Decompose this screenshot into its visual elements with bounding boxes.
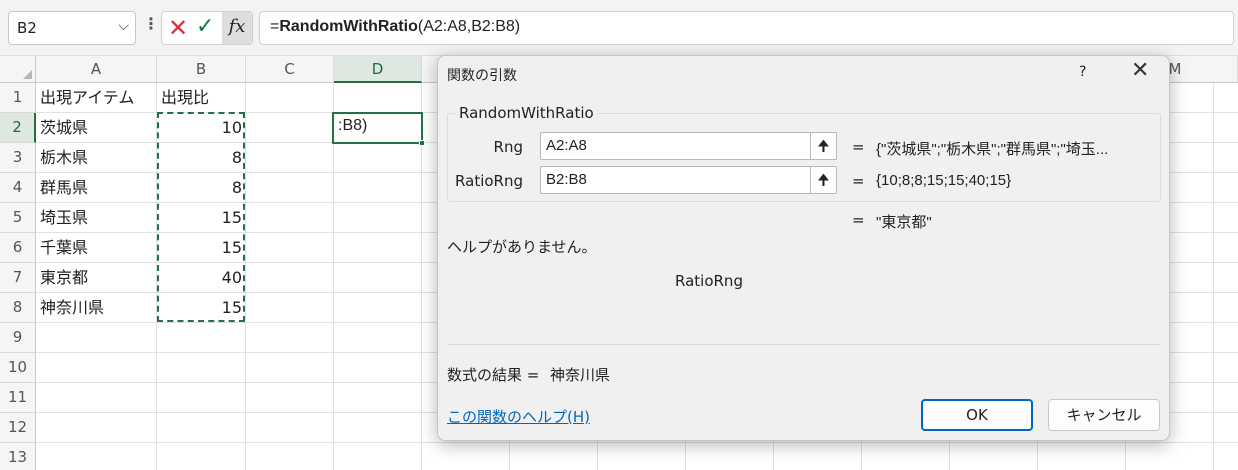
formula-prefix: = [270, 18, 280, 35]
formula-function-name: RandomWithRatio [279, 18, 418, 35]
arg-result-ratiorng: {10;8;8;15;15;40;15} [876, 172, 1012, 189]
formula-result-value: 神奈川県 [550, 366, 611, 384]
ok-button[interactable]: OK [921, 399, 1033, 431]
function-help-link[interactable]: この関数のヘルプ(H) [447, 406, 590, 427]
column-header-a[interactable]: A [36, 56, 157, 83]
row-header-5[interactable]: 5 [0, 203, 36, 233]
row-header-10[interactable]: 10 [0, 353, 36, 383]
row-header-6[interactable]: 6 [0, 233, 36, 263]
function-help-text: ヘルプがありません。 [447, 238, 597, 256]
arg-input-rng-value: A2:A8 [546, 137, 587, 154]
confirm-entry-icon[interactable]: ✓ [196, 14, 214, 39]
func-result-value: "東京都" [876, 214, 932, 231]
column-header-c[interactable]: C [246, 56, 334, 83]
formula-text: =RandomWithRatio(A2:A8,B2:B8) [270, 18, 520, 36]
name-box[interactable]: B2 ⌵ [8, 11, 136, 45]
cell-a5[interactable]: 埼玉県 [36, 203, 157, 233]
arg-equals: = [852, 172, 865, 190]
row-header-13[interactable]: 13 [0, 443, 36, 470]
copy-range-marquee [157, 112, 245, 322]
argument-description: RatioRng [675, 272, 743, 290]
cell-a4[interactable]: 群馬県 [36, 173, 157, 203]
row-header-2[interactable]: 2 [0, 113, 36, 143]
arg-input-rng[interactable]: A2:A8 🠉 [540, 132, 837, 160]
help-button[interactable]: ? [1079, 64, 1086, 80]
cancel-button[interactable]: キャンセル [1048, 399, 1160, 431]
row-header-8[interactable]: 8 [0, 293, 36, 323]
row-header-7[interactable]: 7 [0, 263, 36, 293]
cancel-entry-icon[interactable]: ✕ [168, 14, 188, 42]
cell-a6[interactable]: 千葉県 [36, 233, 157, 263]
dialog-divider [447, 344, 1161, 345]
cell-a3[interactable]: 栃木県 [36, 143, 157, 173]
select-all-corner[interactable] [0, 56, 36, 83]
row-header-4[interactable]: 4 [0, 173, 36, 203]
arg-result-rng: {"茨城県";"栃木県";"群馬県";"埼玉... [876, 141, 1109, 158]
active-cell-d2[interactable]: :B8) [332, 112, 425, 146]
cell-b1[interactable]: 出現比 [157, 83, 246, 113]
collapse-dialog-icon[interactable]: 🠉 [810, 133, 836, 159]
formula-buttons: ✕ ✓ fx [161, 11, 253, 45]
formula-arguments: (A2:A8,B2:B8) [417, 18, 521, 35]
formula-input[interactable]: =RandomWithRatio(A2:A8,B2:B8) [259, 11, 1234, 45]
row-header-11[interactable]: 11 [0, 383, 36, 413]
function-name-label: RandomWithRatio [456, 104, 597, 122]
name-box-value: B2 [17, 19, 37, 37]
func-result-equals: = [852, 211, 865, 229]
row-header-1[interactable]: 1 [0, 83, 36, 113]
column-header-b[interactable]: B [157, 56, 246, 83]
row-header-12[interactable]: 12 [0, 413, 36, 443]
cell-a2[interactable]: 茨城県 [36, 113, 157, 143]
collapse-dialog-icon[interactable]: 🠉 [810, 167, 836, 193]
formula-bar: B2 ⌵ ⋮ ✕ ✓ fx =RandomWithRatio(A2:A8,B2:… [0, 0, 1238, 56]
cell-a7[interactable]: 東京都 [36, 263, 157, 293]
cell-a1[interactable]: 出現アイテム [36, 83, 157, 113]
cell-a8[interactable]: 神奈川県 [36, 293, 157, 323]
chevron-down-icon[interactable]: ⌵ [118, 18, 129, 34]
dialog-title: 関数の引数 [447, 68, 517, 84]
arg-label-rng: Rng [493, 138, 523, 156]
row-header-9[interactable]: 9 [0, 323, 36, 353]
function-arguments-dialog: 関数の引数 ? ✕ RandomWithRatio Rng A2:A8 🠉 = … [437, 55, 1170, 441]
arg-input-ratiorng-value: B2:B8 [546, 171, 587, 188]
grid-line [1213, 83, 1214, 470]
more-options-icon[interactable]: ⋮ [143, 14, 159, 33]
arg-input-ratiorng[interactable]: B2:B8 🠉 [540, 166, 837, 194]
insert-function-button[interactable]: fx [222, 12, 252, 44]
column-header-d[interactable]: D [334, 56, 422, 83]
arg-equals: = [852, 138, 865, 156]
row-header-3[interactable]: 3 [0, 143, 36, 173]
active-cell-text: :B8) [338, 117, 368, 134]
arg-label-ratiorng: RatioRng [455, 172, 523, 190]
formula-result-label: 数式の結果 = [447, 366, 540, 384]
fill-handle[interactable] [419, 140, 425, 146]
close-icon[interactable]: ✕ [1131, 58, 1149, 83]
